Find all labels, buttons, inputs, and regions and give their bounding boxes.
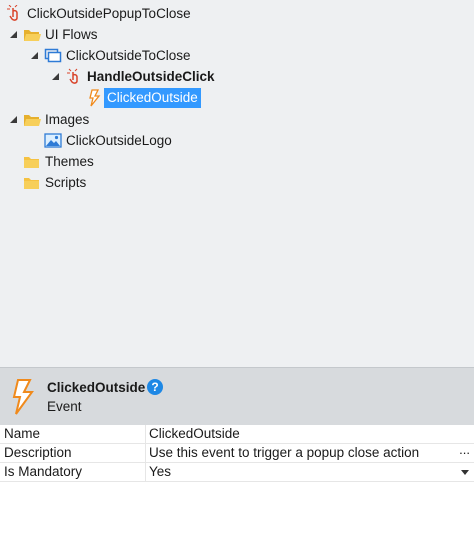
tree-item-themes[interactable]: Themes xyxy=(0,152,474,172)
element-type: Event xyxy=(47,399,82,414)
tree-item-label: Scripts xyxy=(45,175,87,190)
property-key: Description xyxy=(4,445,72,460)
property-row-description[interactable]: Description Use this event to trigger a … xyxy=(0,442,474,463)
tree-item-screen[interactable]: ClickOutsideToClose xyxy=(0,46,474,66)
tree-item-action[interactable]: HandleOutsideClick xyxy=(0,67,474,87)
property-key: Name xyxy=(4,426,41,441)
property-row-is-mandatory[interactable]: Is Mandatory Yes xyxy=(0,463,474,482)
tree-item-label: Themes xyxy=(45,154,94,169)
column-divider xyxy=(145,463,146,481)
expanded-arrow-icon[interactable] xyxy=(10,31,17,38)
expanded-arrow-icon[interactable] xyxy=(52,73,59,80)
property-row-name[interactable]: Name ClickedOutside xyxy=(0,425,474,444)
expanded-arrow-icon[interactable] xyxy=(31,52,38,59)
column-divider xyxy=(145,444,146,462)
module-tree: ClickOutsidePopupToClose UI Flows ClickO… xyxy=(0,0,474,367)
tree-item-label: HandleOutsideClick xyxy=(87,69,215,84)
tree-item-label: UI Flows xyxy=(45,27,98,42)
folder-open-icon xyxy=(24,115,41,126)
tree-item-root[interactable]: ClickOutsidePopupToClose xyxy=(0,4,474,24)
tree-item-event[interactable]: ClickedOutside xyxy=(0,88,474,108)
tree-item-label: ClickOutsideLogo xyxy=(66,133,172,148)
event-lightning-icon xyxy=(12,379,34,415)
tree-item-image[interactable]: ClickOutsideLogo xyxy=(0,131,474,151)
screen-icon xyxy=(44,48,62,63)
tree-item-label-selected: ClickedOutside xyxy=(104,88,201,108)
expanded-arrow-icon[interactable] xyxy=(10,116,17,123)
folder-icon xyxy=(24,157,39,168)
property-key: Is Mandatory xyxy=(4,464,83,479)
event-lightning-icon xyxy=(89,89,101,107)
tree-item-images[interactable]: Images xyxy=(0,110,474,130)
property-value[interactable]: ClickedOutside xyxy=(149,426,240,441)
folder-icon xyxy=(24,178,39,189)
help-icon[interactable]: ? xyxy=(147,379,163,395)
client-action-icon xyxy=(67,68,78,84)
property-value[interactable]: Use this event to trigger a popup close … xyxy=(149,445,419,460)
properties-header: ClickedOutside ? Event xyxy=(0,367,474,425)
tree-item-label: ClickOutsidePopupToClose xyxy=(27,6,191,21)
tree-item-scripts[interactable]: Scripts xyxy=(0,173,474,193)
ellipsis-button[interactable]: ... xyxy=(459,442,470,457)
module-icon xyxy=(7,5,18,21)
image-icon xyxy=(44,133,62,148)
folder-open-icon xyxy=(24,30,41,41)
tree-item-label: Images xyxy=(45,112,90,127)
properties-grid: Name ClickedOutside Description Use this… xyxy=(0,425,474,482)
column-divider xyxy=(145,425,146,443)
chevron-down-icon[interactable] xyxy=(461,470,469,475)
property-value[interactable]: Yes xyxy=(149,464,171,479)
tree-item-label: ClickOutsideToClose xyxy=(66,48,191,63)
tree-item-ui-flows[interactable]: UI Flows xyxy=(0,25,474,45)
element-title: ClickedOutside xyxy=(47,380,146,395)
